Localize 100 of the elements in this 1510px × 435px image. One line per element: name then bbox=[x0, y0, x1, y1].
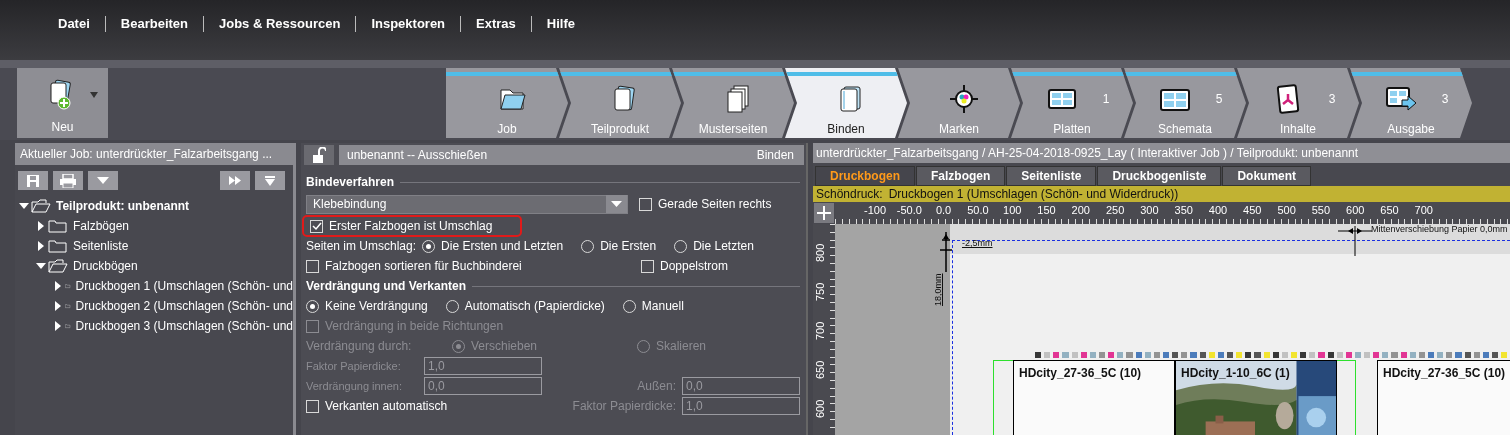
dimension-label: -2,5mm bbox=[962, 238, 993, 248]
field-label: Verdrängung durch: bbox=[306, 339, 413, 353]
crosshair-button[interactable] bbox=[814, 203, 834, 223]
expanded-arrow-icon[interactable] bbox=[19, 201, 29, 211]
tree-item[interactable]: Falzbögen bbox=[73, 219, 130, 233]
caret-icon bbox=[606, 195, 627, 213]
sheet-name: Druckbogen 1 (Umschlagen (Schön- und Widerdruck)) bbox=[888, 187, 1179, 201]
radio-label: Keine Verdrängung bbox=[325, 299, 428, 313]
checkbox-label: Doppelstrom bbox=[660, 259, 729, 273]
ruler-label: -100 bbox=[864, 204, 886, 216]
radio-label: Manuell bbox=[641, 299, 684, 313]
ruler-label: 50.0 bbox=[967, 204, 989, 216]
caret-icon bbox=[90, 92, 98, 98]
step-count: 3 bbox=[1441, 92, 1449, 106]
dimension-label: 18,0mm bbox=[933, 273, 943, 306]
page-label: HDcity_27-36_5C (10) bbox=[1383, 366, 1506, 380]
radio-label: Die Letzten bbox=[693, 239, 754, 253]
checkbox-label: Gerade Seiten rechts bbox=[658, 197, 772, 211]
crop-mark-icon bbox=[947, 82, 981, 116]
ruler-label: 500 bbox=[1277, 204, 1296, 216]
checkbox-label: Verkanten automatisch bbox=[325, 399, 448, 413]
ruler-label: 800 bbox=[814, 243, 826, 262]
dimension-label: Mittenverschiebung Papier 0,0mm bbox=[1371, 224, 1508, 234]
workflow-step[interactable]: Binden bbox=[785, 68, 907, 138]
tree-item[interactable]: Seitenliste bbox=[73, 239, 129, 253]
field-label: Faktor Papierdicke: bbox=[306, 360, 402, 372]
collapsed-arrow-icon[interactable] bbox=[36, 221, 46, 231]
page[interactable]: HDcity_27-36_5C (10) bbox=[1013, 360, 1175, 435]
menu-item[interactable]: Hilfe bbox=[530, 16, 590, 32]
menu-item[interactable]: Bearbeiten bbox=[104, 16, 203, 32]
side-label: Schöndruck: bbox=[816, 187, 883, 201]
folder-icon bbox=[48, 219, 68, 233]
save-icon bbox=[27, 174, 39, 187]
binding-method-dropdown[interactable]: Klebebindung bbox=[306, 194, 628, 214]
checkmark-icon bbox=[311, 221, 322, 231]
menu-item[interactable]: Jobs & Ressourcen bbox=[203, 16, 356, 32]
plus-icon bbox=[817, 206, 831, 220]
ruler-label: -50.0 bbox=[896, 204, 922, 216]
collapsed-arrow-icon[interactable] bbox=[53, 281, 63, 291]
ruler-label: 450 bbox=[1243, 204, 1262, 216]
tab[interactable]: Seitenliste bbox=[1006, 166, 1097, 186]
ruler-label: 350 bbox=[1174, 204, 1193, 216]
menu-item[interactable]: Inspektoren bbox=[355, 16, 461, 32]
ruler-label: 0.0 bbox=[935, 204, 952, 216]
tab[interactable]: Druckbogen bbox=[815, 166, 915, 186]
ruler-label: 150 bbox=[1037, 204, 1056, 216]
step-count: 5 bbox=[1215, 92, 1223, 106]
checkbox-label: Verdrängung in beide Richtungen bbox=[325, 319, 504, 333]
collapsed-arrow-icon[interactable] bbox=[53, 321, 63, 331]
tree-item[interactable]: Druckbogen 2 (Umschlagen (Schön- und bbox=[75, 299, 293, 313]
folder-icon bbox=[31, 199, 51, 213]
field-label: Verdrängung innen: bbox=[306, 380, 404, 392]
menu-item[interactable]: Extras bbox=[460, 16, 531, 32]
tree-item[interactable]: Teilprodukt: unbenannt bbox=[56, 199, 190, 213]
step-count: 3 bbox=[1328, 92, 1336, 106]
radio-label: Verschieben bbox=[471, 339, 539, 353]
field-label: Seiten im Umschlag: bbox=[306, 239, 417, 253]
ruler-label: 400 bbox=[1208, 204, 1228, 216]
tree-item[interactable]: Druckbogen 1 (Umschlagen (Schön- und bbox=[75, 279, 293, 293]
checkbox-label: Falzbogen sortieren für Buchbinderei bbox=[325, 259, 523, 273]
lock-button[interactable] bbox=[304, 145, 334, 165]
expanded-arrow-icon[interactable] bbox=[36, 261, 46, 271]
page[interactable]: HDcity_27-36_5C (10) bbox=[1377, 360, 1510, 435]
checkbox-label: Erster Falzbogen ist Umschlag bbox=[329, 219, 493, 233]
radio-label: Skalieren bbox=[656, 339, 707, 353]
menu-item[interactable]: Datei bbox=[43, 16, 105, 32]
save-button[interactable] bbox=[18, 171, 48, 190]
field-label: Faktor Papierdicke: bbox=[572, 399, 676, 413]
tab[interactable]: Druckbogenliste bbox=[1097, 166, 1222, 186]
tab[interactable]: Dokument bbox=[1222, 166, 1312, 186]
tab[interactable]: Falzbogen bbox=[916, 166, 1006, 186]
ruler-label: 650 bbox=[814, 360, 826, 379]
fast-forward-button[interactable] bbox=[220, 171, 250, 190]
collapse-button[interactable] bbox=[255, 171, 285, 190]
section-heading: Verdrängung und Verkanten bbox=[306, 279, 467, 293]
section-heading: Bindeverfahren bbox=[306, 175, 395, 189]
tree-item[interactable]: Druckbogen 3 (Umschlagen (Schön- und bbox=[75, 319, 293, 333]
print-button[interactable] bbox=[53, 171, 83, 190]
ruler-label: 650 bbox=[1380, 204, 1399, 216]
dimension-arrow-icon bbox=[940, 232, 952, 272]
page[interactable]: HDcity_1-10_6C (1) bbox=[1175, 360, 1337, 435]
collapsed-arrow-icon[interactable] bbox=[53, 301, 63, 311]
ruler-label: 600 bbox=[1346, 204, 1365, 216]
folder-icon bbox=[48, 259, 68, 273]
folder-icon bbox=[48, 239, 68, 253]
tree-item[interactable]: Druckbögen bbox=[73, 259, 138, 273]
radio-label: Automatisch (Papierdicke) bbox=[464, 299, 605, 313]
radio-label: Die Ersten bbox=[600, 239, 657, 253]
collapsed-arrow-icon[interactable] bbox=[36, 241, 46, 251]
step-count: 1 bbox=[1102, 92, 1110, 106]
arrow-down-icon bbox=[265, 175, 275, 186]
panel-title: Aktueller Job: unterdrückter_Falzarbeitsgang ... bbox=[15, 143, 293, 165]
ruler-label: 750 bbox=[814, 282, 826, 301]
fast-forward-icon bbox=[229, 176, 241, 185]
padlock-icon bbox=[312, 147, 326, 163]
ruler-label: 200 bbox=[1071, 204, 1090, 216]
page-label: HDcity_1-10_6C (1) bbox=[1181, 366, 1290, 380]
ruler-label: 250 bbox=[1105, 204, 1125, 216]
ruler-label: 600 bbox=[814, 399, 826, 418]
dropdown-button[interactable] bbox=[88, 171, 118, 190]
